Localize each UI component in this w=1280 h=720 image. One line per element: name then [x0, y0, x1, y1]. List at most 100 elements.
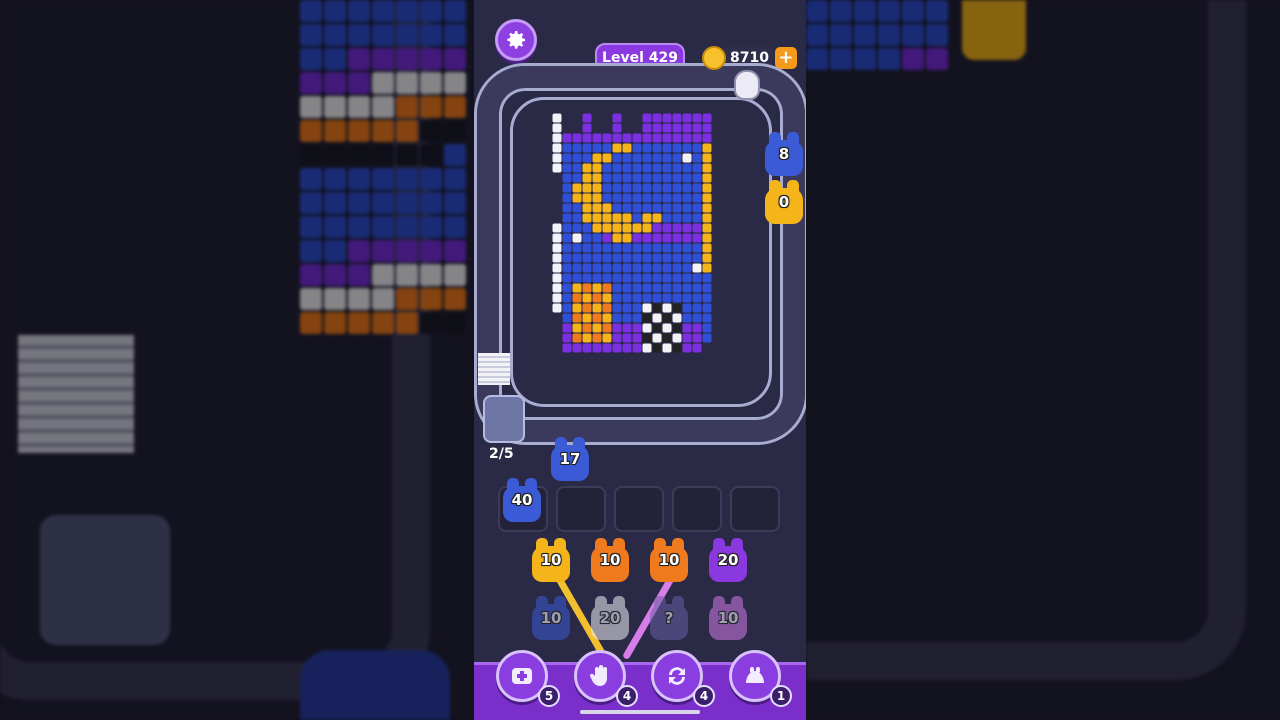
pixel-block	[702, 163, 712, 173]
grid-unit[interactable]: 10	[650, 538, 688, 584]
pixel-block	[582, 183, 592, 193]
pixel-block	[572, 333, 582, 343]
pixel-block	[572, 153, 582, 163]
pixel-block	[612, 263, 622, 273]
add-coins-button[interactable]: +	[774, 47, 797, 69]
pixel-block	[622, 323, 632, 333]
pixel-block	[652, 173, 662, 183]
pixel-block	[632, 253, 642, 263]
background-right	[806, 0, 1280, 720]
pixel-block	[652, 203, 662, 213]
pixel-block	[562, 243, 572, 253]
pixel-block	[552, 283, 562, 293]
pixel-block	[572, 243, 582, 253]
tool-count: 1	[770, 685, 792, 707]
pixel-block	[562, 233, 572, 243]
pixel-block	[632, 213, 642, 223]
pixel-block	[592, 163, 602, 173]
pixel-block	[642, 163, 652, 173]
pixel-block	[642, 203, 652, 213]
pixel-block	[552, 263, 562, 273]
active-unit[interactable]: 40	[503, 478, 541, 524]
pixel-block	[622, 203, 632, 213]
settings-button[interactable]	[495, 19, 537, 61]
pixel-block	[562, 303, 572, 313]
pixel-block	[652, 223, 662, 233]
pixel-block	[632, 223, 642, 233]
pixel-block	[682, 163, 692, 173]
pixel-block	[702, 303, 712, 313]
pixel-block	[582, 333, 592, 343]
grid-unit[interactable]: 20	[709, 538, 747, 584]
grid-unit: 10	[532, 596, 570, 642]
tool-count: 4	[693, 685, 715, 707]
pixel-block	[662, 233, 672, 243]
pixel-block	[642, 143, 652, 153]
pixel-block	[642, 303, 652, 313]
pixel-block	[652, 143, 662, 153]
track-unit-blue[interactable]: 8	[765, 132, 803, 178]
pixel-block	[552, 113, 562, 123]
tool-count: 4	[616, 685, 638, 707]
pixel-block	[662, 313, 672, 323]
pixel-block	[682, 343, 692, 353]
pixel-block	[552, 253, 562, 263]
pixel-block	[642, 293, 652, 303]
pixel-block	[642, 223, 652, 233]
pixel-block	[612, 213, 622, 223]
pixel-block	[672, 333, 682, 343]
pixel-block	[662, 213, 672, 223]
pixel-block	[682, 293, 692, 303]
pixel-block	[652, 263, 662, 273]
pixel-block	[672, 343, 682, 353]
pixel-block	[602, 233, 612, 243]
pixel-block	[662, 133, 672, 143]
track-unit-yellow[interactable]: 0	[765, 180, 803, 226]
pixel-block	[572, 253, 582, 263]
pixel-block	[562, 133, 572, 143]
holding-slot[interactable]	[730, 486, 780, 532]
pixel-block	[672, 303, 682, 313]
pixel-block	[642, 123, 652, 133]
pixel-block	[702, 133, 712, 143]
pixel-block	[702, 183, 712, 193]
pixel-block	[552, 133, 562, 143]
pixel-block	[602, 193, 612, 203]
pixel-block	[602, 313, 612, 323]
pixel-block	[632, 163, 642, 173]
pixel-block	[572, 343, 582, 353]
pixel-block	[692, 283, 702, 293]
pixel-block	[662, 293, 672, 303]
holding-slot[interactable]	[556, 486, 606, 532]
pixel-block	[582, 133, 592, 143]
pixel-block	[602, 143, 612, 153]
pixel-block	[692, 173, 702, 183]
pixel-block	[672, 143, 682, 153]
pixel-block	[682, 323, 692, 333]
pixel-block	[582, 343, 592, 353]
pixel-block	[562, 283, 572, 293]
pixel-block	[652, 293, 662, 303]
pixel-block	[602, 223, 612, 233]
pixel-block	[662, 343, 672, 353]
pixel-block	[682, 313, 692, 323]
pixel-block	[622, 233, 632, 243]
grid-unit[interactable]: 10	[591, 538, 629, 584]
pixel-block	[652, 163, 662, 173]
holding-slot[interactable]	[672, 486, 722, 532]
holding-slot[interactable]	[614, 486, 664, 532]
pixel-block	[692, 293, 702, 303]
pixel-block	[702, 253, 712, 263]
pixel-block	[612, 143, 622, 153]
pixel-block	[592, 183, 602, 193]
pixel-block	[642, 263, 652, 273]
pixel-block	[562, 223, 572, 233]
pixel-block	[622, 343, 632, 353]
pixel-block	[692, 123, 702, 133]
pixel-block	[672, 293, 682, 303]
pixel-block	[682, 213, 692, 223]
pixel-block	[682, 173, 692, 183]
pixel-block	[662, 163, 672, 173]
pixel-block	[582, 203, 592, 213]
grid-unit[interactable]: 10	[532, 538, 570, 584]
